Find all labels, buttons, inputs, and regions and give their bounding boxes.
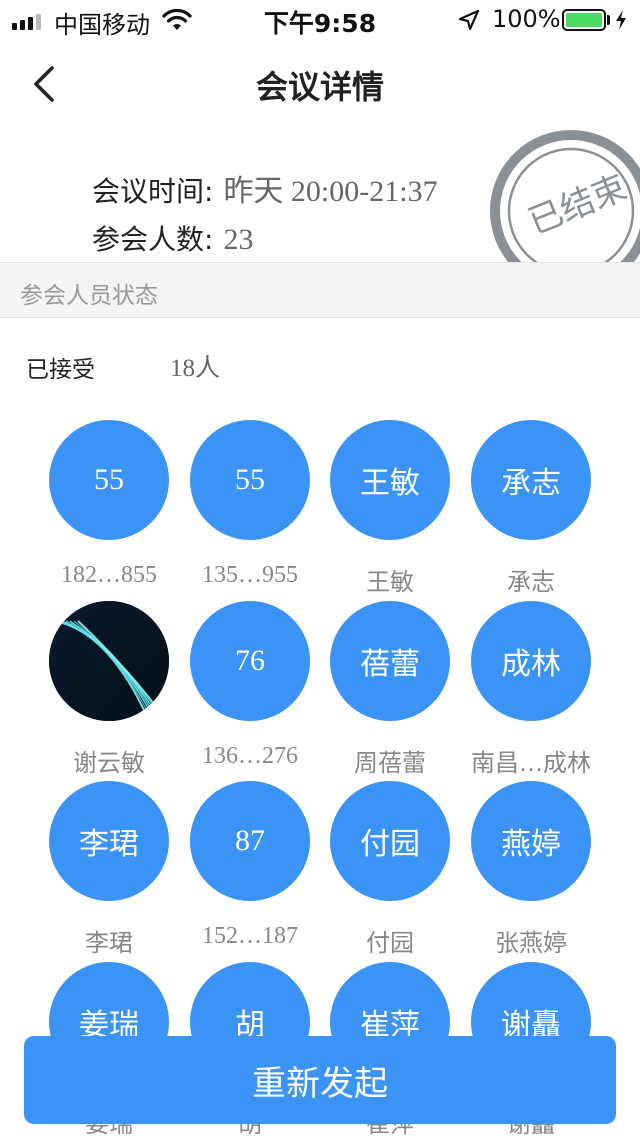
battery-icon [562,9,606,31]
participant-avatar[interactable]: 87 [190,781,310,901]
accepted-count: 18人 [170,355,221,382]
meeting-time-row: 会议时间: 昨天 20:00-21:37 [92,166,438,210]
stamp-text: 已结束 [523,168,632,241]
page-title: 会议详情 [255,68,384,106]
avatar-text: 蓓蕾 [360,648,420,681]
participant-item: 谢云敏 [39,601,179,781]
meeting-time-label: 会议时间: [92,175,214,208]
participant-item: 55 182…855 [39,420,179,600]
participant-avatar[interactable]: 李珺 [49,781,169,901]
status-bar: 中国移动 下午9:58 100% [0,0,640,40]
participant-item: 蓓蕾 周蓓蕾 [320,601,460,781]
avatar-text: 成林 [501,648,561,681]
participant-avatar[interactable] [49,601,169,721]
participant-item: 承志 承志 [461,420,601,600]
accepted-label: 已接受 [26,357,95,383]
charging-bolt-icon [616,10,626,30]
avatar-text: 87 [235,824,265,857]
avatar-text: 燕婷 [501,828,561,861]
participant-avatar[interactable]: 燕婷 [471,781,591,901]
participant-avatar[interactable]: 成林 [471,601,591,721]
participant-name: 南昌…成林 [471,751,591,777]
meeting-time-value: 昨天 20:00-21:37 [223,175,438,208]
participant-count-value: 23 [223,223,254,256]
participant-item: 55 135…955 [180,420,320,600]
nav-bar: 会议详情 [0,40,640,128]
participant-avatar[interactable]: 付园 [330,781,450,901]
avatar-text: 55 [94,463,124,496]
participant-count-row: 参会人数: 23 [92,218,253,258]
avatar-text: 付园 [360,828,420,861]
participant-item: 成林南昌…成林 [461,601,601,781]
participant-count-label: 参会人数: [92,223,214,256]
participant-item: 87 152…187 [180,781,320,961]
participant-avatar[interactable]: 蓓蕾 [330,601,450,721]
participant-avatar[interactable]: 55 [190,420,310,540]
participant-item: 付园 付园 [320,781,460,961]
participant-avatar[interactable]: 76 [190,601,310,721]
avatar-text: 王敏 [360,467,420,500]
participant-item: 王敏 王敏 [320,420,460,600]
participant-avatar[interactable]: 承志 [471,420,591,540]
participant-item: 76 136…276 [180,601,320,781]
section-title: 参会人员状态 [20,283,158,309]
avatar-text: 76 [235,644,265,677]
participant-item: 燕婷 张燕婷 [461,781,601,961]
participant-item: 李珺 李珺 [39,781,179,961]
avatar-text: 李珺 [79,828,139,861]
battery-percent: 100% [492,5,561,33]
avatar-photo-icon [49,601,169,721]
avatar-text: 55 [235,463,265,496]
restart-meeting-button[interactable]: 重新发起 [24,1036,616,1124]
avatar-text: 承志 [501,467,561,500]
battery-tip [607,15,610,25]
participant-name: 承志 [507,570,555,596]
section-header: 参会人员状态 [0,262,640,318]
participant-avatar[interactable]: 王敏 [330,420,450,540]
location-arrow-icon [458,9,480,31]
participant-avatar[interactable]: 55 [49,420,169,540]
participant-name: 张燕婷 [495,931,567,957]
